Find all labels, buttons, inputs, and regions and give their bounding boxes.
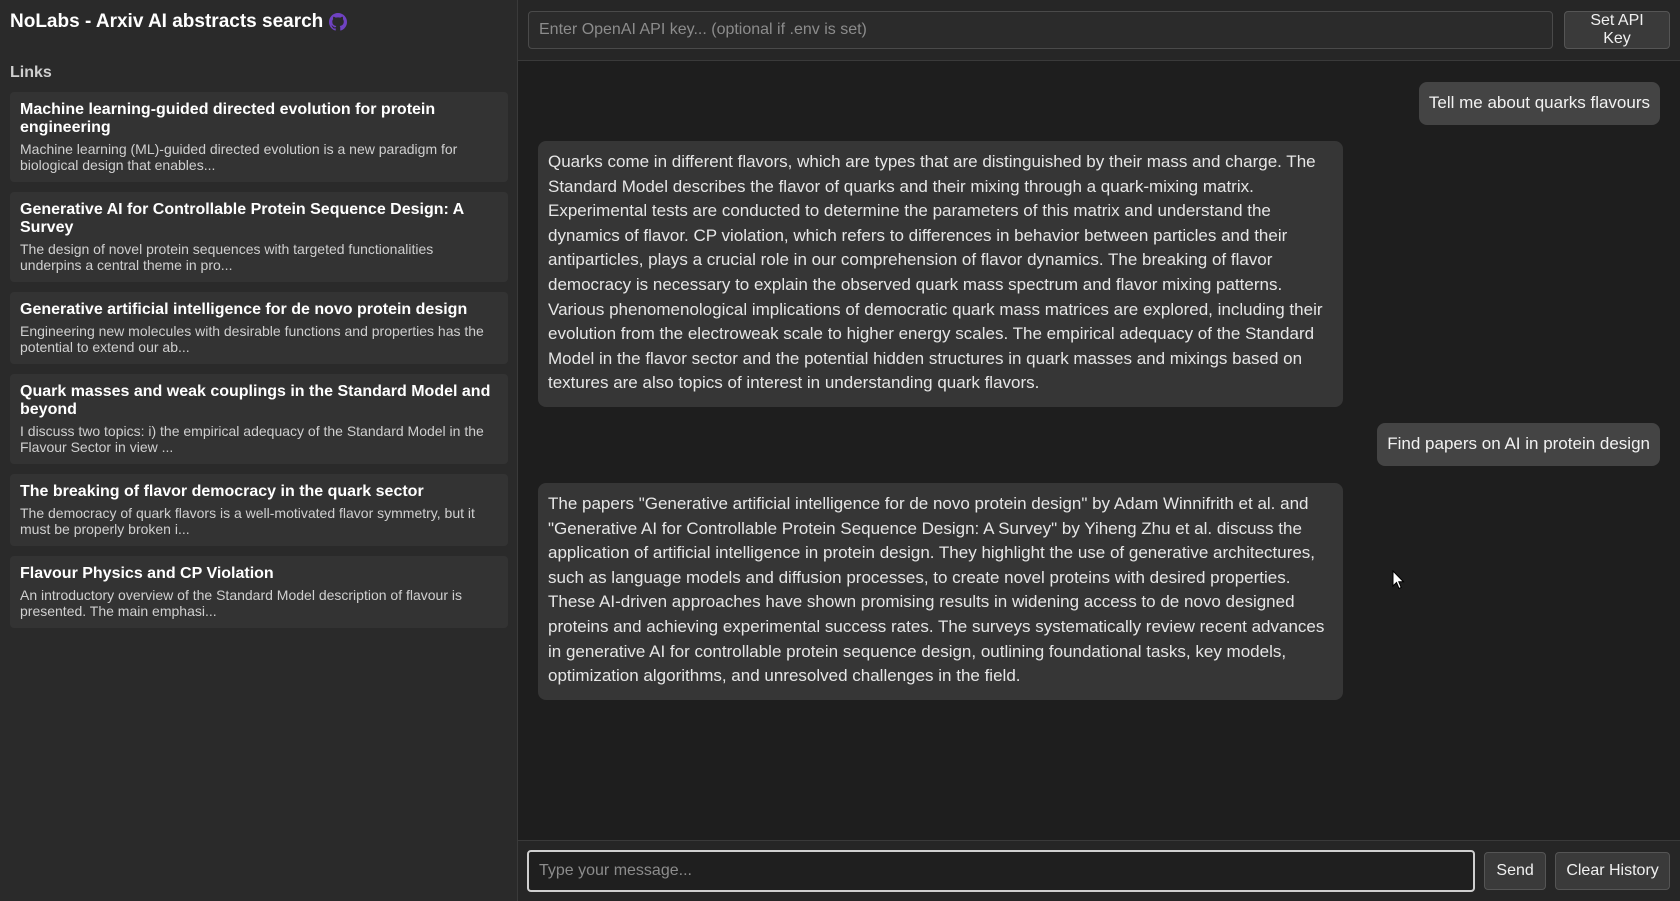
assistant-message: Quarks come in different flavors, which …	[538, 141, 1343, 407]
api-key-bar: Set API Key	[518, 0, 1680, 61]
github-icon[interactable]	[329, 13, 348, 31]
sidebar: NoLabs - Arxiv AI abstracts search Links…	[0, 0, 518, 901]
paper-card[interactable]: Generative artificial intelligence for d…	[10, 292, 508, 364]
app-title-row: NoLabs - Arxiv AI abstracts search	[10, 11, 507, 33]
app-title: NoLabs - Arxiv AI abstracts search	[10, 11, 324, 32]
paper-abstract: The democracy of quark flavors is a well…	[20, 505, 475, 537]
paper-title: Quark masses and weak couplings in the S…	[20, 383, 491, 418]
paper-title: The breaking of flavor democracy in the …	[20, 483, 424, 500]
paper-abstract: Machine learning (ML)-guided directed ev…	[20, 141, 458, 173]
mouse-pointer-icon	[1392, 569, 1406, 590]
api-key-input[interactable]	[528, 11, 1553, 49]
set-api-key-button[interactable]: Set API Key	[1564, 11, 1670, 49]
paper-card[interactable]: Machine learning-guided directed evoluti…	[10, 92, 508, 182]
paper-abstract: An introductory overview of the Standard…	[20, 587, 463, 619]
chat-history[interactable]: Tell me about quarks flavours Quarks com…	[518, 61, 1680, 840]
paper-abstract: The design of novel protein sequences wi…	[20, 241, 434, 273]
paper-abstract: I discuss two topics: i) the empirical a…	[20, 423, 484, 455]
paper-abstract: Engineering new molecules with desirable…	[20, 323, 484, 355]
paper-list: Machine learning-guided directed evoluti…	[10, 92, 508, 628]
paper-card[interactable]: Flavour Physics and CP Violation An intr…	[10, 556, 508, 628]
paper-card[interactable]: The breaking of flavor democracy in the …	[10, 474, 508, 546]
assistant-message: The papers "Generative artificial intell…	[538, 483, 1343, 700]
send-button[interactable]: Send	[1484, 852, 1547, 890]
paper-card[interactable]: Generative AI for Controllable Protein S…	[10, 192, 508, 282]
message-input[interactable]	[527, 850, 1476, 892]
app-root: NoLabs - Arxiv AI abstracts search Links…	[0, 0, 1680, 901]
clear-history-button[interactable]: Clear History	[1555, 852, 1670, 890]
user-message: Find papers on AI in protein design	[1377, 423, 1660, 466]
paper-title: Flavour Physics and CP Violation	[20, 565, 274, 582]
paper-title: Machine learning-guided directed evoluti…	[20, 101, 436, 136]
paper-title: Generative artificial intelligence for d…	[20, 301, 468, 318]
links-heading: Links	[10, 64, 52, 81]
user-message: Tell me about quarks flavours	[1418, 82, 1660, 125]
main-panel: Set API Key Tell me about quarks flavour…	[518, 0, 1680, 901]
paper-card[interactable]: Quark masses and weak couplings in the S…	[10, 374, 508, 464]
composer-bar: Send Clear History	[518, 840, 1680, 901]
paper-title: Generative AI for Controllable Protein S…	[20, 201, 464, 236]
